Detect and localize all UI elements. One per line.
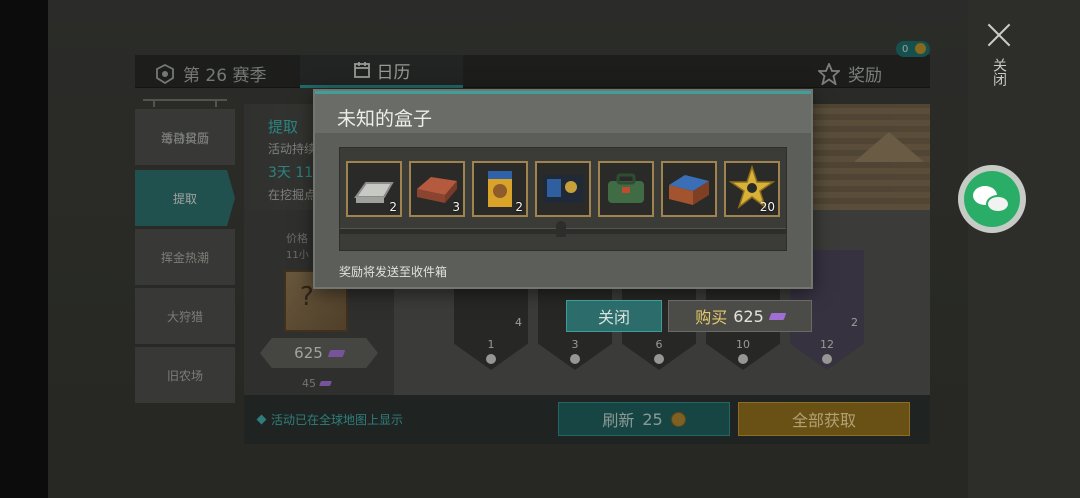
item-count: 3	[452, 200, 460, 214]
refresh-cost: 25	[642, 409, 663, 429]
rewards-badge: 0	[896, 41, 930, 57]
event-title: 提取	[268, 118, 299, 136]
refresh-button[interactable]: 刷新 25	[558, 402, 730, 436]
sidebar-item-label: 提取	[172, 191, 197, 206]
buy-label: 购买	[695, 308, 728, 327]
calendar-label: 日历	[376, 62, 411, 83]
ticket-icon	[327, 349, 346, 357]
reward-level: 6	[655, 338, 663, 351]
dialog-note: 奖励将发送至收件箱	[339, 265, 448, 279]
ticket-icon	[768, 312, 787, 320]
sidebar-item-great-hunt[interactable]: 大狩猎	[135, 288, 235, 344]
skull-icon	[486, 354, 496, 364]
sidebar-item-daily-rewards[interactable]: 每日奖励	[135, 128, 235, 148]
item-count: 2	[389, 200, 397, 214]
coin-icon	[915, 43, 926, 54]
tab-calendar[interactable]: 日历	[300, 55, 463, 88]
sidebar-item-gold-rush[interactable]: 挥金热潮	[135, 229, 235, 285]
cost-sub-value: 45	[302, 377, 316, 390]
get-all-label: 全部获取	[791, 411, 856, 430]
tab-rewards[interactable]: 奖励	[818, 61, 882, 86]
item-green-bag[interactable]	[598, 161, 654, 217]
item-id-card[interactable]	[535, 161, 591, 217]
sidebar-item-old-farm[interactable]: 旧农场	[135, 347, 235, 403]
cost-sub: 45	[302, 377, 332, 390]
refresh-label: 刷新	[602, 411, 635, 430]
price-value: 625	[294, 344, 323, 362]
season-shield-icon	[156, 63, 174, 84]
global-map-note-text: 活动已在全球地图上显示	[271, 413, 404, 427]
dialog-header: 未知的盒子	[315, 91, 811, 133]
dialog-close-button[interactable]: 关闭	[566, 300, 662, 332]
reward-count: 2	[851, 316, 858, 329]
coin-icon	[670, 411, 686, 427]
buy-price: 625	[733, 306, 764, 326]
reward-count: 4	[515, 316, 522, 329]
wechat-bubble	[986, 195, 1010, 213]
skull-icon	[822, 354, 832, 364]
reward-level: 10	[736, 338, 750, 351]
global-map-note: 活动已在全球地图上显示	[256, 411, 404, 428]
sidebar-item-label: 挥金热潮	[160, 250, 209, 265]
diamond-icon	[256, 414, 267, 425]
item-brick[interactable]: 3	[409, 161, 465, 217]
wechat-button[interactable]	[958, 165, 1026, 233]
right-panel-bg	[968, 0, 1080, 498]
event-timer: 3天 11	[268, 165, 314, 181]
rewards-badge-count: 0	[902, 43, 909, 55]
sidebar-item-label: 大狩猎	[166, 309, 203, 324]
skull-icon	[738, 354, 748, 364]
skull-icon	[654, 354, 664, 364]
reward-level: 3	[571, 338, 579, 351]
wechat-icon	[964, 171, 1020, 227]
sidebar-item-label: 每日奖励	[160, 131, 209, 146]
sidebar-item-label: 旧农场	[166, 368, 203, 383]
close-label[interactable]: 关闭	[989, 58, 1009, 86]
item-tray: 2 3 2 20	[339, 147, 787, 251]
buy-button[interactable]: 购买 625	[668, 300, 812, 332]
blue-crate-icon	[669, 175, 709, 205]
tray-rail	[340, 221, 786, 237]
ticket-icon	[319, 381, 332, 386]
top-tab-bar: 第 26 赛季 日历 奖励 0	[135, 41, 930, 88]
get-all-button[interactable]: 全部获取	[738, 402, 910, 436]
item-blue-crate[interactable]	[661, 161, 717, 217]
season-label: 第 26 赛季	[183, 66, 267, 86]
dialog-close-label: 关闭	[597, 308, 630, 327]
event-desc: 在挖掘点	[268, 188, 317, 202]
bottom-bar: 活动已在全球地图上显示 刷新 25 全部获取	[244, 395, 930, 444]
sidebar-ruler	[143, 99, 227, 109]
price-sub: 11小	[286, 250, 309, 261]
tray-knob	[556, 221, 566, 237]
item-count: 2	[515, 200, 523, 214]
price-tag: 625	[260, 338, 378, 368]
left-letterbox	[0, 0, 48, 498]
price-label: 价格	[286, 232, 308, 245]
skull-icon	[570, 354, 580, 364]
sidebar: 活动日历 每日奖励 提取 挥金热潮 大狩猎 旧农场	[135, 99, 235, 406]
item-silver-ingot[interactable]: 2	[346, 161, 402, 217]
green-bag-icon	[608, 173, 644, 203]
game-screen: 第 26 赛季 日历 奖励 0 活动日历 每日奖励 提取 挥金热潮 大狩猎 旧农…	[0, 0, 1080, 498]
rewards-label: 奖励	[848, 66, 882, 86]
star-icon	[818, 62, 840, 85]
unknown-box-dialog: 未知的盒子 2 3 2 20 奖励将发送至收件箱	[313, 89, 813, 289]
reward-level: 12	[820, 338, 834, 351]
id-card-icon	[543, 175, 583, 203]
reward-level: 1	[487, 338, 495, 351]
tab-season[interactable]: 第 26 赛季	[155, 61, 266, 86]
sidebar-item-extraction[interactable]: 提取	[135, 170, 235, 226]
event-duration-label: 活动持续	[268, 142, 317, 156]
item-gold-star[interactable]: 20	[724, 161, 780, 217]
calendar-icon	[353, 62, 370, 78]
item-count: 20	[759, 200, 775, 214]
dialog-title: 未知的盒子	[337, 108, 433, 130]
close-icon[interactable]	[986, 22, 1012, 48]
item-dog-food[interactable]: 2	[472, 161, 528, 217]
